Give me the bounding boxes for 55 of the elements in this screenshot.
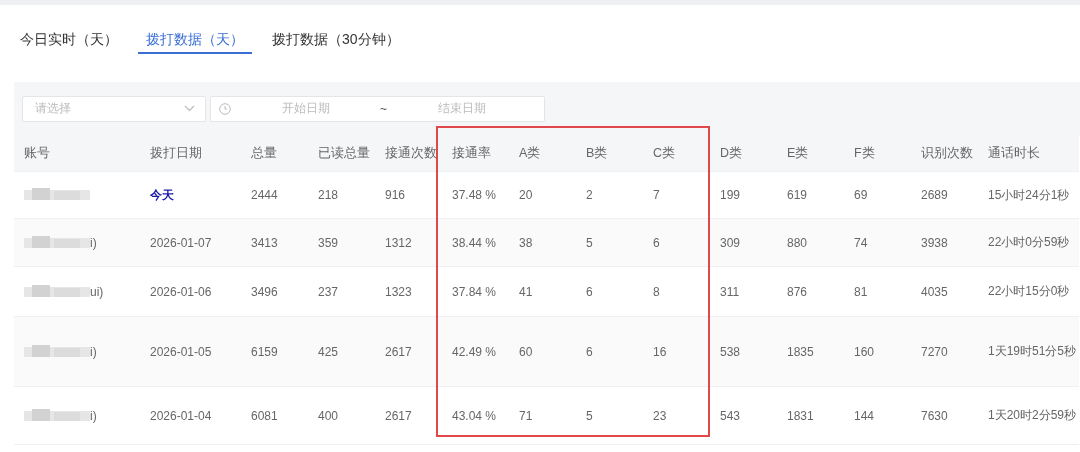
- table-cell: 2617: [375, 317, 442, 387]
- table-cell: 425: [308, 317, 375, 387]
- column-header: A类: [509, 135, 576, 172]
- table-cell: 1天19时51分5秒: [978, 317, 1079, 387]
- table-cell: 2026-01-07: [140, 219, 241, 267]
- account-text: i): [90, 408, 97, 423]
- tab[interactable]: 拨打数据（天）: [138, 27, 252, 54]
- table-cell: 16: [643, 317, 710, 387]
- table-cell: 38: [509, 219, 576, 267]
- blurred-text: [24, 284, 90, 299]
- account-text: i): [90, 344, 97, 359]
- account-text: i): [90, 235, 97, 250]
- column-header: D类: [710, 135, 777, 172]
- column-header: B类: [576, 135, 643, 172]
- table-cell: 160: [844, 317, 911, 387]
- column-header: 已读总量: [308, 135, 375, 172]
- table-cell: 38.44 %: [442, 219, 509, 267]
- table-cell: 880: [777, 219, 844, 267]
- column-header: 账号: [14, 135, 140, 172]
- table-cell: 1835: [777, 317, 844, 387]
- table-cell: 1312: [375, 219, 442, 267]
- tab[interactable]: 拨打数据（30分钟）: [272, 27, 400, 54]
- column-header: 接通次数: [375, 135, 442, 172]
- table-cell: 359: [308, 219, 375, 267]
- table-cell: 3413: [241, 219, 308, 267]
- table-cell: 2026-01-05: [140, 317, 241, 387]
- table-cell: 60: [509, 317, 576, 387]
- table-cell: 6159: [241, 317, 308, 387]
- table-cell: 22小时0分59秒: [978, 219, 1079, 267]
- column-header: 拨打日期: [140, 135, 241, 172]
- column-header: E类: [777, 135, 844, 172]
- table-cell: 6: [576, 317, 643, 387]
- table-cell: 42.49 %: [442, 317, 509, 387]
- column-header: C类: [643, 135, 710, 172]
- table-cell: 7270: [911, 317, 978, 387]
- table-cell: 5: [576, 219, 643, 267]
- chevron-down-icon: [184, 105, 195, 112]
- blurred-text: [24, 235, 90, 250]
- blurred-text: [24, 188, 90, 202]
- clock-icon: [219, 102, 231, 115]
- table-cell: 538: [710, 317, 777, 387]
- table-cell: 74: [844, 219, 911, 267]
- tab[interactable]: 今日实时（天）: [20, 27, 118, 54]
- column-header: 接通率: [442, 135, 509, 172]
- table-cell: 309: [710, 219, 777, 267]
- column-header: 通话时长: [978, 135, 1079, 172]
- table-cell: 3938: [911, 219, 978, 267]
- column-header: 总量: [241, 135, 308, 172]
- account-text: ui): [90, 284, 104, 299]
- date-range-field[interactable]: 开始日期 ~ 结束日期: [210, 95, 545, 122]
- blurred-text: [24, 344, 90, 359]
- blurred-text: [24, 408, 90, 423]
- column-header: 识别次数: [911, 135, 978, 172]
- table-cell: 6: [643, 219, 710, 267]
- column-header: F类: [844, 135, 911, 172]
